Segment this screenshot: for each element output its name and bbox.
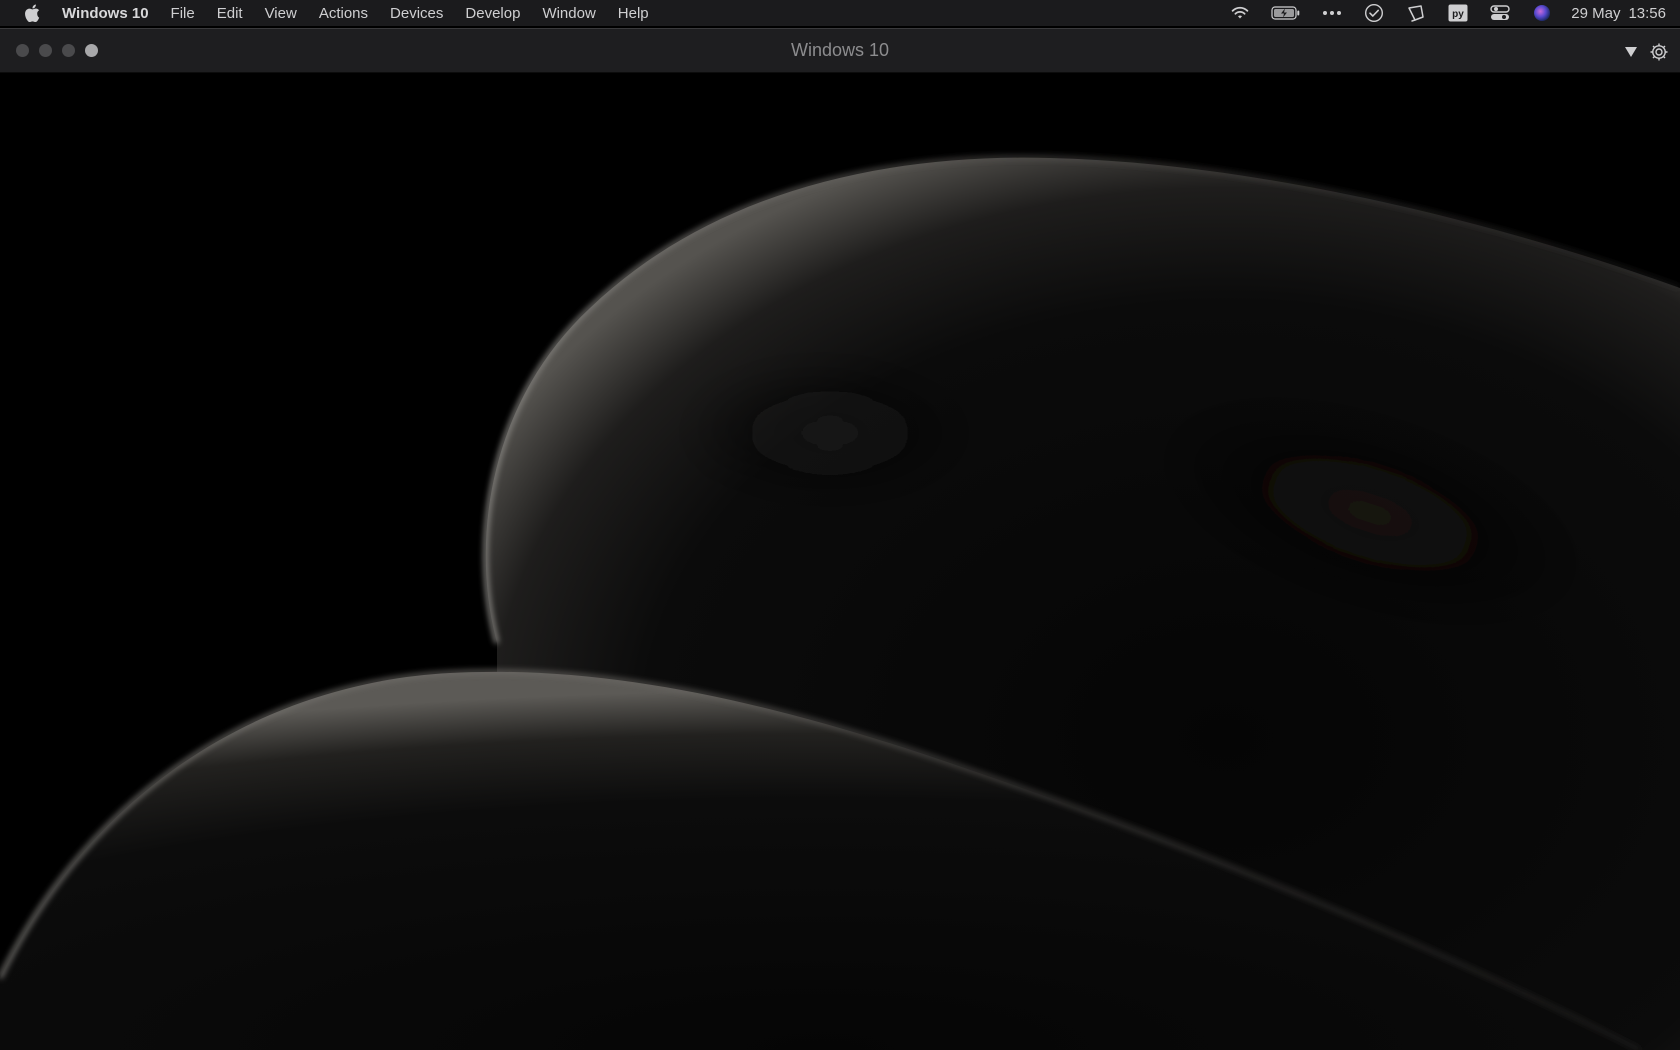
dropdown-arrow-icon[interactable] bbox=[1620, 41, 1642, 63]
vm-window: Windows 10 bbox=[0, 28, 1680, 1050]
titlebar-controls bbox=[1614, 41, 1670, 63]
menu-bar: Windows 10 File Edit View Actions Device… bbox=[0, 0, 1680, 26]
window-titlebar[interactable]: Windows 10 bbox=[0, 28, 1680, 73]
window-title: Windows 10 bbox=[790, 40, 890, 60]
control-center-icon[interactable] bbox=[1488, 3, 1512, 23]
battery-charging-icon[interactable] bbox=[1270, 3, 1302, 23]
menu-actions[interactable]: Actions bbox=[308, 0, 379, 26]
wifi-icon[interactable] bbox=[1228, 3, 1252, 23]
app-menu[interactable]: Windows 10 bbox=[62, 0, 160, 26]
menu-file[interactable]: File bbox=[160, 0, 206, 26]
display-icon[interactable] bbox=[1404, 3, 1428, 23]
menu-edit[interactable]: Edit bbox=[206, 0, 254, 26]
python-icon[interactable]: py bbox=[1446, 3, 1470, 23]
menu-develop[interactable]: Develop bbox=[454, 0, 531, 26]
menu-devices[interactable]: Devices bbox=[379, 0, 454, 26]
vm-desktop-wallpaper[interactable] bbox=[0, 73, 1680, 1050]
gear-icon[interactable] bbox=[1648, 41, 1670, 63]
apple-icon bbox=[25, 4, 40, 22]
menu-help[interactable]: Help bbox=[607, 0, 660, 26]
clock-time: 13:56 bbox=[1628, 4, 1666, 22]
apple-menu[interactable] bbox=[22, 3, 42, 23]
svg-text:py: py bbox=[1452, 9, 1464, 20]
wallpaper-image bbox=[0, 73, 1680, 1050]
menu-view[interactable]: View bbox=[254, 0, 308, 26]
menu-bar-right: py 29 May 13:56 bbox=[1219, 0, 1666, 26]
checkmark-circle-icon[interactable] bbox=[1362, 3, 1386, 23]
siri-icon[interactable] bbox=[1530, 3, 1554, 23]
menu-window[interactable]: Window bbox=[531, 0, 606, 26]
menu-bar-left: Windows 10 File Edit View Actions Device… bbox=[22, 0, 660, 26]
clock-date: 29 May bbox=[1571, 4, 1621, 22]
more-icon[interactable] bbox=[1320, 3, 1344, 23]
menu-bar-clock[interactable]: 29 May 13:56 bbox=[1571, 5, 1666, 22]
